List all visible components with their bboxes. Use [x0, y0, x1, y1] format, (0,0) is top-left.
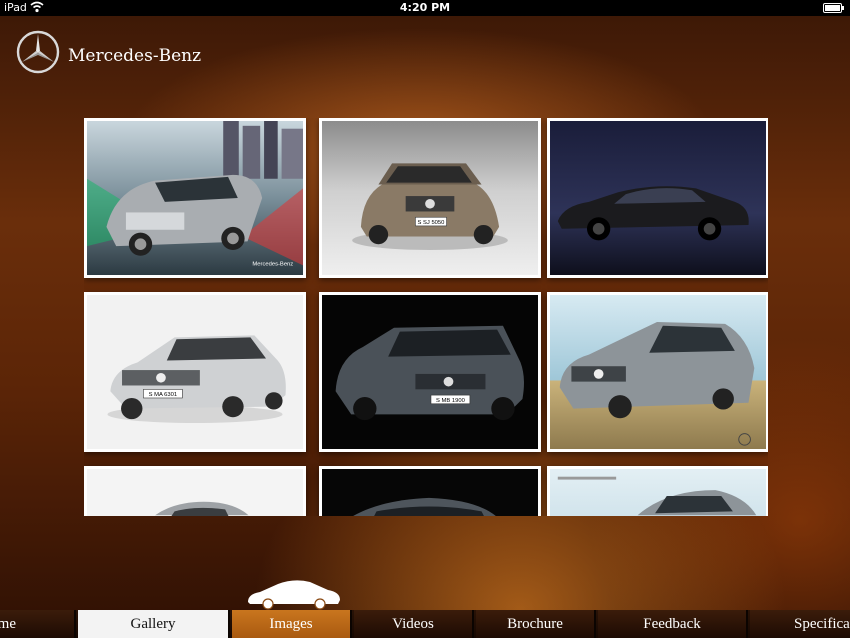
car-image: S MA 6301 [87, 295, 303, 449]
gallery-thumbnail[interactable]: S SJ 5050 [319, 118, 541, 278]
tab-videos[interactable]: Videos [354, 610, 474, 638]
car-image [550, 121, 766, 275]
car-indicator-icon [248, 580, 340, 610]
tab-images[interactable]: Images [232, 610, 352, 638]
status-time: 4:20 PM [399, 1, 451, 14]
app-screen: iPad 4:20 PM Mercedes-Benz Mercedes-Benz… [0, 0, 850, 638]
gallery-thumbnail[interactable] [84, 466, 306, 516]
status-bar: iPad 4:20 PM [0, 0, 850, 16]
svg-text:S MB 1900: S MB 1900 [436, 398, 465, 404]
gallery-thumbnail[interactable] [319, 466, 541, 516]
tab-brochure[interactable]: Brochure [476, 610, 596, 638]
tab-videos-label: Videos [392, 616, 434, 632]
gallery-thumbnail[interactable]: S MB 1900 [319, 292, 541, 452]
image-gallery[interactable]: Mercedes-Benz S SJ 5050 S MA 6301 S MB 1… [84, 118, 768, 516]
svg-text:S MA 6301: S MA 6301 [149, 392, 178, 398]
car-image [87, 469, 303, 516]
tab-home-label: me [0, 616, 16, 632]
car-image: S SJ 5050 [322, 121, 538, 275]
tab-specifications[interactable]: Specificat [750, 610, 850, 638]
battery-icon [823, 3, 844, 13]
svg-text:S SJ 5050: S SJ 5050 [418, 220, 445, 226]
tab-home[interactable]: me [0, 610, 76, 638]
bottom-tab-bar: me Gallery Images Videos Brochure Feedba… [0, 610, 850, 638]
gallery-thumbnail[interactable] [547, 118, 768, 278]
mercedes-star-icon [16, 30, 60, 74]
car-image [550, 295, 766, 449]
tab-gallery[interactable]: Gallery [78, 610, 230, 638]
gallery-thumbnail[interactable] [547, 466, 768, 516]
tab-images-label: Images [269, 616, 313, 632]
car-image: S MB 1900 [322, 295, 538, 449]
car-image [322, 469, 538, 516]
gallery-thumbnail[interactable]: Mercedes-Benz [84, 118, 306, 278]
tab-feedback[interactable]: Feedback [598, 610, 748, 638]
svg-text:Mercedes-Benz: Mercedes-Benz [252, 261, 293, 267]
tab-feedback-label: Feedback [643, 616, 701, 632]
tab-gallery-label: Gallery [130, 616, 176, 632]
car-image: Mercedes-Benz [87, 121, 303, 275]
car-image [550, 469, 766, 516]
tab-brochure-label: Brochure [507, 616, 563, 632]
gallery-thumbnail[interactable] [547, 292, 768, 452]
gallery-thumbnail[interactable]: S MA 6301 [84, 292, 306, 452]
tab-specifications-label: Specificat [794, 616, 850, 632]
brand-name: Mercedes-Benz [68, 46, 202, 66]
